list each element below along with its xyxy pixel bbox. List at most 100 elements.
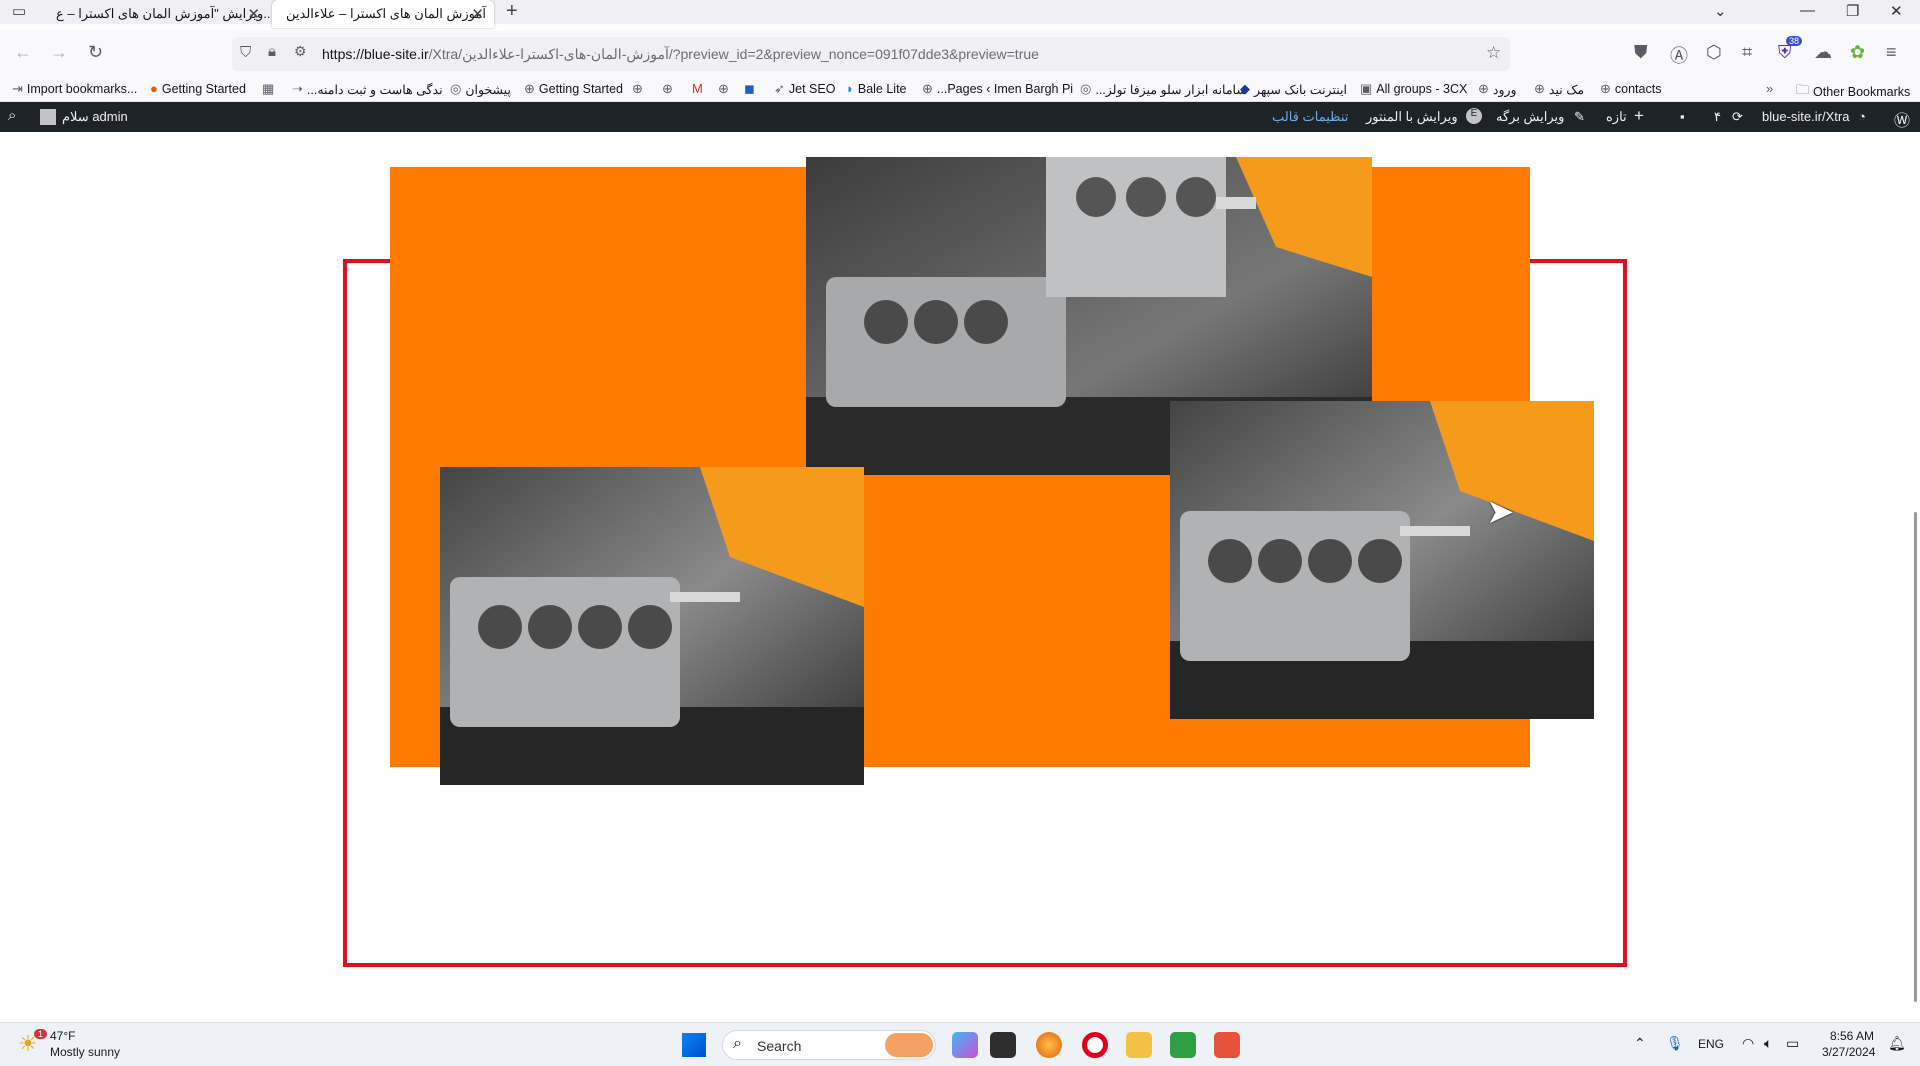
- shield-icon[interactable]: ⛉: [240, 44, 251, 61]
- bookmark-gmail[interactable]: M: [692, 81, 703, 96]
- battery-icon[interactable]: ▭: [1786, 1035, 1799, 1052]
- restore-icon[interactable]: ❐: [1846, 2, 1859, 20]
- edit-page-link[interactable]: ویرایش برگه: [1496, 109, 1564, 125]
- bookmark-globe-a[interactable]: ⊕: [632, 81, 643, 97]
- back-icon[interactable]: ←: [14, 42, 32, 63]
- microphone-icon[interactable]: 🎙︎: [1666, 1035, 1684, 1052]
- lock-icon[interactable]: 🔒︎: [268, 43, 276, 60]
- spiral-icon: ◎: [450, 81, 462, 96]
- comments-icon[interactable]: ▪: [1680, 109, 1685, 124]
- edit-elementor-link[interactable]: ویرایش با المنتور: [1366, 109, 1458, 125]
- bookmarks-overflow[interactable]: »: [1766, 81, 1773, 96]
- new-tab-button[interactable]: +: [506, 0, 518, 23]
- notification-icon[interactable]: 🔔︎: [1888, 1035, 1906, 1052]
- red-app-icon[interactable]: [1214, 1032, 1240, 1058]
- bookmark-label: Getting Started: [161, 81, 246, 96]
- bookmark-login[interactable]: ⊕ ورود: [1478, 81, 1517, 97]
- tab-label: ویرایش "آموزش المان های اکسترا – ع...: [56, 6, 270, 21]
- bookmark-import[interactable]: ⇥ Import bookmarks...: [12, 81, 137, 97]
- rocket-icon: ➶: [774, 81, 785, 96]
- wifi-icon[interactable]: ◠: [1742, 1035, 1754, 1052]
- bookmark-star-icon[interactable]: ☆: [1486, 43, 1501, 63]
- extensions-icon[interactable]: ⬡: [1706, 42, 1722, 63]
- close-icon[interactable]: ✕: [247, 5, 260, 23]
- weather-badge: 1: [34, 1029, 48, 1039]
- bookmark-getting-started[interactable]: ● Getting Started: [150, 81, 246, 96]
- url-bar[interactable]: ⛉ 🔒︎ ⚙ https://blue-site.ir/Xtra/آموزش-ا…: [232, 37, 1510, 71]
- page-scrollbar[interactable]: [1914, 512, 1917, 1002]
- bookmark-contacts[interactable]: ⊕ contacts: [1600, 81, 1661, 97]
- site-link[interactable]: blue-site.ir/Xtra: [1762, 109, 1849, 124]
- windows-taskbar: ☀ 1 47°F Mostly sunny ⌕ Search ⌃ 🎙︎ ENG …: [0, 1022, 1920, 1066]
- bookmark-label: مک نید: [1548, 82, 1585, 97]
- bookmark-label: All groups - 3CX: [1376, 82, 1468, 96]
- firefox-icon: ●: [150, 81, 158, 96]
- firefox-icon[interactable]: [1036, 1032, 1062, 1058]
- bookmark-label: ...Pages ‹ Imen Bargh Pi: [936, 82, 1074, 96]
- bookmark-host[interactable]: ➝ ...ندگی هاست و ثبت دامنه: [292, 81, 443, 97]
- green-app-icon[interactable]: [1170, 1032, 1196, 1058]
- bank-icon: ◆: [1240, 81, 1250, 96]
- other-bookmarks[interactable]: 🗀︎ Other Bookmarks: [1796, 81, 1910, 103]
- search-box[interactable]: ⌕ Search: [722, 1030, 936, 1060]
- bookmark-getting-started-2[interactable]: ⊕ Getting Started: [524, 81, 623, 97]
- weather-temp[interactable]: 47°F: [50, 1029, 75, 1043]
- bookmark-3cx[interactable]: ▣ All groups - 3CX: [1360, 81, 1467, 97]
- reload-icon[interactable]: ↻: [88, 42, 103, 63]
- tab-preview[interactable]: آموزش المان های اکسترا – علاءالدین ✕: [272, 0, 494, 28]
- window-close-icon[interactable]: ✕: [1890, 2, 1903, 20]
- account-icon[interactable]: Ⓐ: [1670, 42, 1688, 68]
- clock-time[interactable]: 8:56 AM: [1830, 1029, 1874, 1043]
- tab-edit-page[interactable]: ویرایش "آموزش المان های اکسترا – ع... ✕: [42, 0, 270, 28]
- menu-icon[interactable]: ≡: [1886, 42, 1897, 63]
- bookmark-sepah[interactable]: ◆ اینترنت بانک سپهر: [1240, 81, 1347, 97]
- bookmark-app[interactable]: ◼: [744, 81, 755, 97]
- globe-icon: ⊕: [524, 81, 535, 96]
- tab-strip: ▭ ویرایش "آموزش المان های اکسترا – ع... …: [0, 0, 1920, 28]
- bookmark-label: Bale Lite: [857, 81, 907, 96]
- wordpress-icon[interactable]: Ⓦ: [1894, 107, 1910, 131]
- avatar[interactable]: [40, 109, 56, 125]
- language-indicator[interactable]: ENG: [1698, 1037, 1724, 1051]
- updates-icon[interactable]: ⟳: [1732, 109, 1743, 125]
- bookmark-mac[interactable]: ⊕ مک نید: [1534, 81, 1584, 97]
- minimize-icon[interactable]: —: [1800, 2, 1815, 19]
- new-link[interactable]: تازه: [1606, 109, 1627, 125]
- folder-icon[interactable]: [1126, 1032, 1152, 1058]
- pocket-icon[interactable]: ⛊: [1634, 42, 1648, 63]
- url-text[interactable]: https://blue-site.ir/Xtra/آموزش-المان-ها…: [322, 46, 1039, 63]
- weather-desc[interactable]: Mostly sunny: [50, 1045, 120, 1059]
- search-icon[interactable]: ⌕: [8, 107, 16, 124]
- greeting[interactable]: سلام admin: [62, 109, 128, 125]
- list-all-tabs-icon[interactable]: ⌄: [1714, 2, 1727, 20]
- bookmark-calendar[interactable]: ▦: [262, 81, 274, 97]
- page-content: ➤: [0, 132, 1920, 1022]
- globe-icon: ⊕: [1534, 81, 1545, 96]
- bookmark-pages[interactable]: ⊕ ...Pages ‹ Imen Bargh Pi: [922, 81, 1073, 97]
- cloud-icon[interactable]: ☁: [1814, 42, 1832, 63]
- permissions-icon[interactable]: ⚙: [294, 43, 307, 60]
- tab-list-icon[interactable]: ▭: [12, 2, 26, 20]
- globe-icon: ⊕: [922, 81, 933, 96]
- clock-date[interactable]: 3/27/2024: [1822, 1045, 1875, 1059]
- tray-overflow-icon[interactable]: ⌃: [1634, 1035, 1646, 1052]
- bookmark-label: Import bookmarks...: [26, 82, 138, 96]
- volume-icon[interactable]: 🔈︎: [1764, 1035, 1772, 1052]
- theme-settings-link[interactable]: تنظیمات قالب: [1272, 109, 1348, 125]
- bookmark-globe-c[interactable]: ⊕: [718, 81, 729, 97]
- bookmark-jet-seo[interactable]: ➶ Jet SEO: [774, 81, 835, 97]
- close-icon[interactable]: ✕: [471, 5, 484, 23]
- forward-icon[interactable]: →: [50, 42, 68, 63]
- bale-icon: ◗: [846, 81, 854, 96]
- crop-icon[interactable]: ⌗: [1742, 42, 1752, 63]
- bookmark-globe-b[interactable]: ⊕: [662, 81, 673, 97]
- bookmark-mizfa[interactable]: ◎ ...سامانه ابزار سلو میزفا تولز: [1080, 81, 1247, 97]
- windows-start-icon[interactable]: [682, 1033, 706, 1057]
- file-manager-icon[interactable]: [990, 1032, 1016, 1058]
- puzzle-icon[interactable]: ✿: [1850, 42, 1865, 63]
- copilot-icon[interactable]: [952, 1032, 978, 1058]
- bookmark-bale-lite[interactable]: ◗ Bale Lite: [846, 81, 907, 96]
- opera-icon[interactable]: [1082, 1032, 1108, 1058]
- bookmark-dashboard[interactable]: ◎ پیشخوان: [450, 81, 511, 97]
- mouse-cursor-icon: ➤: [1486, 493, 1515, 531]
